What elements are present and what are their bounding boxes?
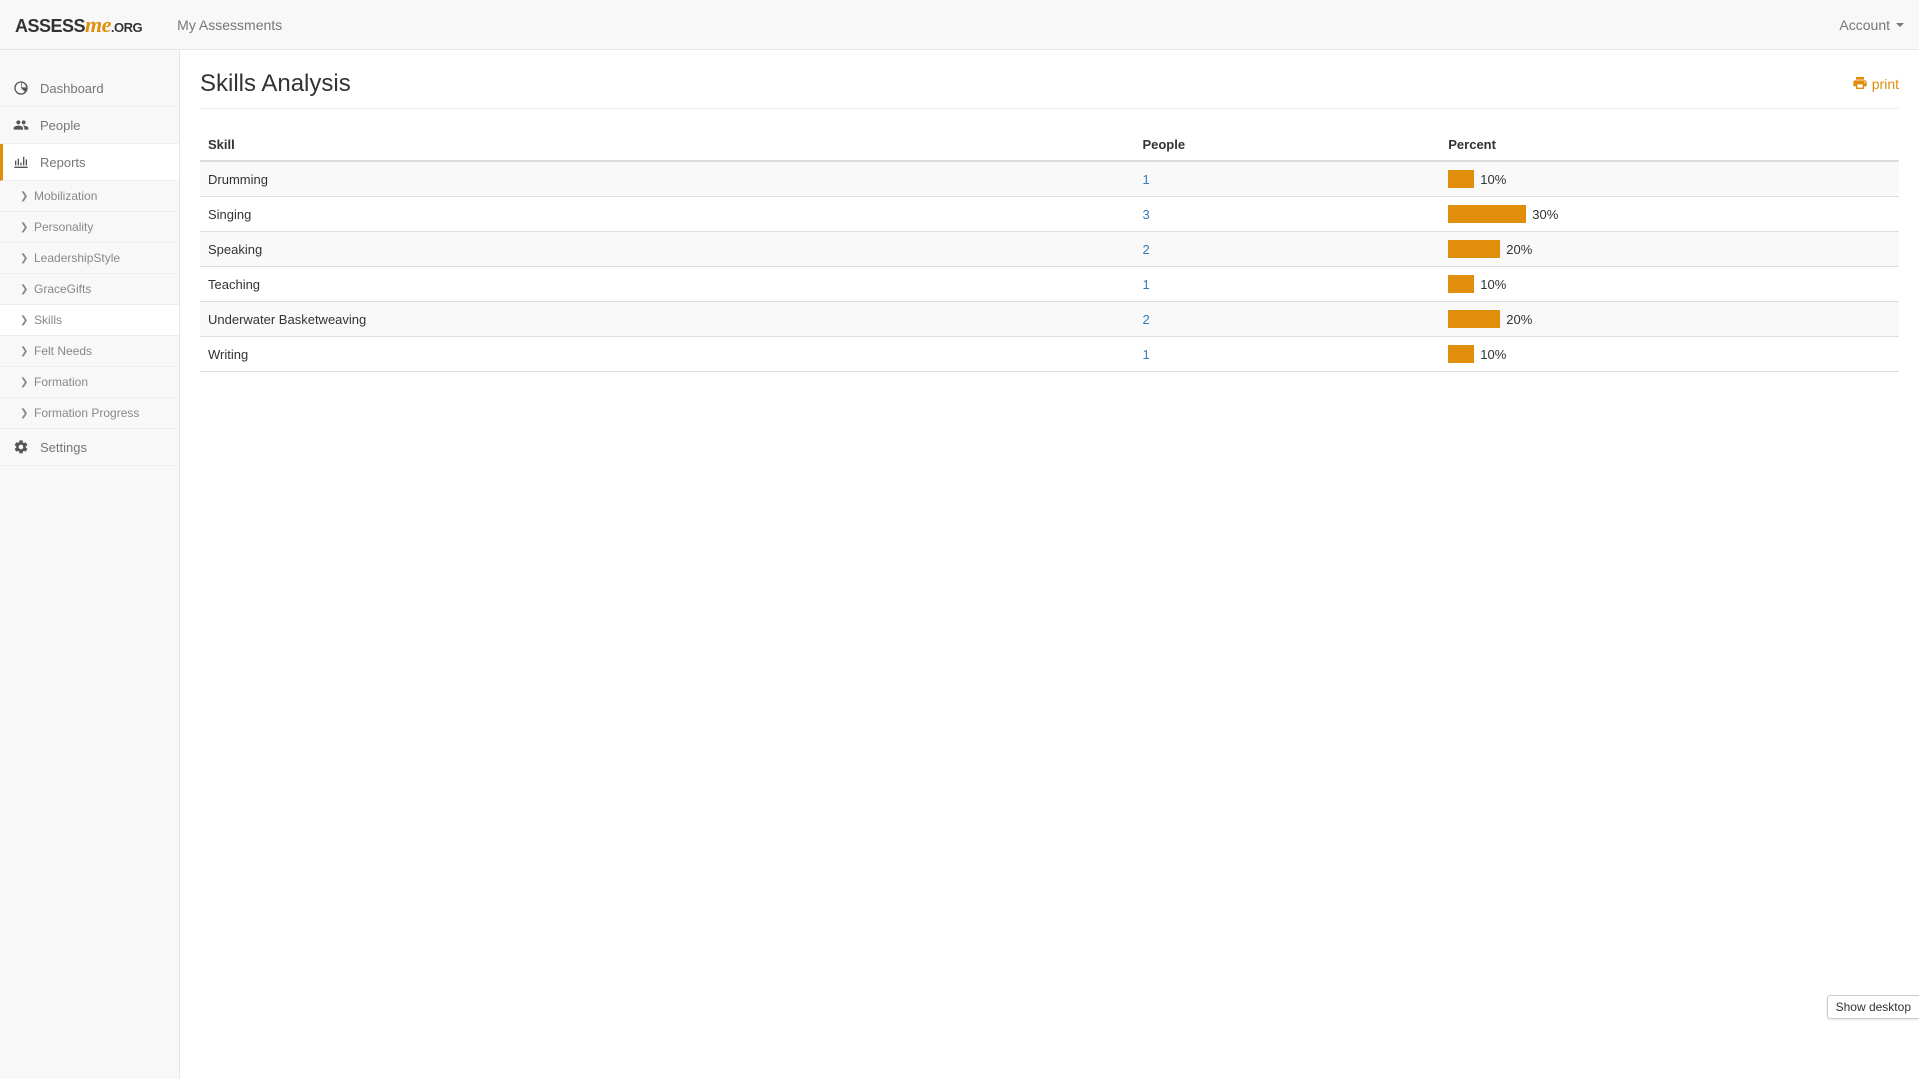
main-content: Skills Analysis print Skill People Perce… xyxy=(180,50,1919,1079)
percent-label: 10% xyxy=(1480,347,1506,362)
percent-cell: 10% xyxy=(1440,161,1899,197)
sidebar-sub-mobilization[interactable]: ❯ Mobilization xyxy=(0,181,179,212)
percent-bar: 10% xyxy=(1448,170,1708,188)
nav-my-assessments[interactable]: My Assessments xyxy=(162,2,297,48)
percent-label: 20% xyxy=(1506,312,1532,327)
dashboard-icon xyxy=(12,80,30,96)
chevron-right-icon: ❯ xyxy=(20,377,30,388)
table-row: Teaching 1 10% xyxy=(200,267,1899,302)
sidebar-sub-label: Felt Needs xyxy=(34,344,92,358)
sidebar-sub-label: Mobilization xyxy=(34,189,97,203)
sidebar-label-dashboard: Dashboard xyxy=(40,81,104,96)
sidebar-item-settings[interactable]: Settings xyxy=(0,429,179,466)
percent-bar: 10% xyxy=(1448,345,1708,363)
th-percent[interactable]: Percent xyxy=(1440,129,1899,161)
percent-cell: 20% xyxy=(1440,302,1899,337)
brand-logo[interactable]: Assessme.org xyxy=(15,12,142,38)
page-title: Skills Analysis xyxy=(200,70,351,98)
percent-bar: 10% xyxy=(1448,275,1708,293)
people-link[interactable]: 1 xyxy=(1142,347,1149,362)
sidebar-sub-label: Skills xyxy=(34,313,62,327)
print-icon xyxy=(1852,75,1868,94)
skill-cell: Speaking xyxy=(200,232,1134,267)
sidebar-sub-label: GraceGifts xyxy=(34,282,91,296)
percent-cell: 10% xyxy=(1440,267,1899,302)
skill-cell: Teaching xyxy=(200,267,1134,302)
percent-bar: 20% xyxy=(1448,310,1708,328)
chevron-right-icon: ❯ xyxy=(20,191,30,202)
sidebar-sub-feltneeds[interactable]: ❯ Felt Needs xyxy=(0,336,179,367)
sidebar-label-settings: Settings xyxy=(40,440,87,455)
sidebar-sub-formation[interactable]: ❯ Formation xyxy=(0,367,179,398)
th-skill[interactable]: Skill xyxy=(200,129,1134,161)
skill-cell: Singing xyxy=(200,197,1134,232)
logo-org-text: .org xyxy=(111,20,142,35)
percent-bar: 30% xyxy=(1448,205,1708,223)
account-dropdown[interactable]: Account xyxy=(1839,17,1904,33)
top-navbar: Assessme.org My Assessments Account xyxy=(0,0,1919,50)
print-button[interactable]: print xyxy=(1852,75,1899,94)
reports-icon xyxy=(12,154,30,170)
sidebar-item-dashboard[interactable]: Dashboard xyxy=(0,70,179,107)
people-icon xyxy=(12,117,30,133)
table-row: Speaking 2 20% xyxy=(200,232,1899,267)
percent-cell: 30% xyxy=(1440,197,1899,232)
table-row: Underwater Basketweaving 2 20% xyxy=(200,302,1899,337)
sidebar-sub-leadership[interactable]: ❯ LeadershipStyle xyxy=(0,243,179,274)
people-link[interactable]: 3 xyxy=(1142,207,1149,222)
sidebar-sub-label: LeadershipStyle xyxy=(34,251,120,265)
skill-cell: Writing xyxy=(200,337,1134,372)
percent-label: 30% xyxy=(1532,207,1558,222)
caret-down-icon xyxy=(1896,23,1904,27)
percent-cell: 20% xyxy=(1440,232,1899,267)
people-cell: 1 xyxy=(1134,267,1440,302)
skill-cell: Underwater Basketweaving xyxy=(200,302,1134,337)
people-link[interactable]: 1 xyxy=(1142,277,1149,292)
people-link[interactable]: 2 xyxy=(1142,312,1149,327)
chevron-right-icon: ❯ xyxy=(20,346,30,357)
skills-table: Skill People Percent Drumming 1 10% Singing… xyxy=(200,129,1899,372)
print-label: print xyxy=(1872,76,1899,92)
people-cell: 3 xyxy=(1134,197,1440,232)
people-cell: 2 xyxy=(1134,232,1440,267)
percent-label: 10% xyxy=(1480,277,1506,292)
percent-label: 20% xyxy=(1506,242,1532,257)
people-cell: 2 xyxy=(1134,302,1440,337)
chevron-right-icon: ❯ xyxy=(20,253,30,264)
sidebar-sub-formation-progress[interactable]: ❯ Formation Progress xyxy=(0,398,179,429)
people-cell: 1 xyxy=(1134,161,1440,197)
sidebar-item-reports[interactable]: Reports xyxy=(0,144,179,181)
sidebar-sub-label: Personality xyxy=(34,220,93,234)
logo-assess-text: Assess xyxy=(15,16,85,36)
th-people[interactable]: People xyxy=(1134,129,1440,161)
show-desktop-label: Show desktop xyxy=(1836,1000,1911,1014)
settings-icon xyxy=(12,439,30,455)
people-link[interactable]: 1 xyxy=(1142,172,1149,187)
sidebar-sub-label: Formation xyxy=(34,375,88,389)
sidebar-item-people[interactable]: People xyxy=(0,107,179,144)
percent-bar: 20% xyxy=(1448,240,1708,258)
chevron-right-icon: ❯ xyxy=(20,315,30,326)
percent-label: 10% xyxy=(1480,172,1506,187)
percent-cell: 10% xyxy=(1440,337,1899,372)
sidebar-sub-gracegifts[interactable]: ❯ GraceGifts xyxy=(0,274,179,305)
show-desktop-button[interactable]: Show desktop xyxy=(1827,995,1919,1019)
table-row: Drumming 1 10% xyxy=(200,161,1899,197)
people-cell: 1 xyxy=(1134,337,1440,372)
account-label: Account xyxy=(1839,17,1890,33)
chevron-right-icon: ❯ xyxy=(20,408,30,419)
skill-cell: Drumming xyxy=(200,161,1134,197)
sidebar-label-people: People xyxy=(40,118,80,133)
sidebar-sub-label: Formation Progress xyxy=(34,406,139,420)
sidebar-sub-personality[interactable]: ❯ Personality xyxy=(0,212,179,243)
sidebar: Dashboard People Reports ❯ Mobilization … xyxy=(0,50,180,1079)
people-link[interactable]: 2 xyxy=(1142,242,1149,257)
table-row: Writing 1 10% xyxy=(200,337,1899,372)
table-row: Singing 3 30% xyxy=(200,197,1899,232)
chevron-right-icon: ❯ xyxy=(20,284,30,295)
chevron-right-icon: ❯ xyxy=(20,222,30,233)
sidebar-label-reports: Reports xyxy=(40,155,86,170)
logo-me-text: me xyxy=(85,12,111,37)
sidebar-sub-skills[interactable]: ❯ Skills xyxy=(0,305,179,336)
